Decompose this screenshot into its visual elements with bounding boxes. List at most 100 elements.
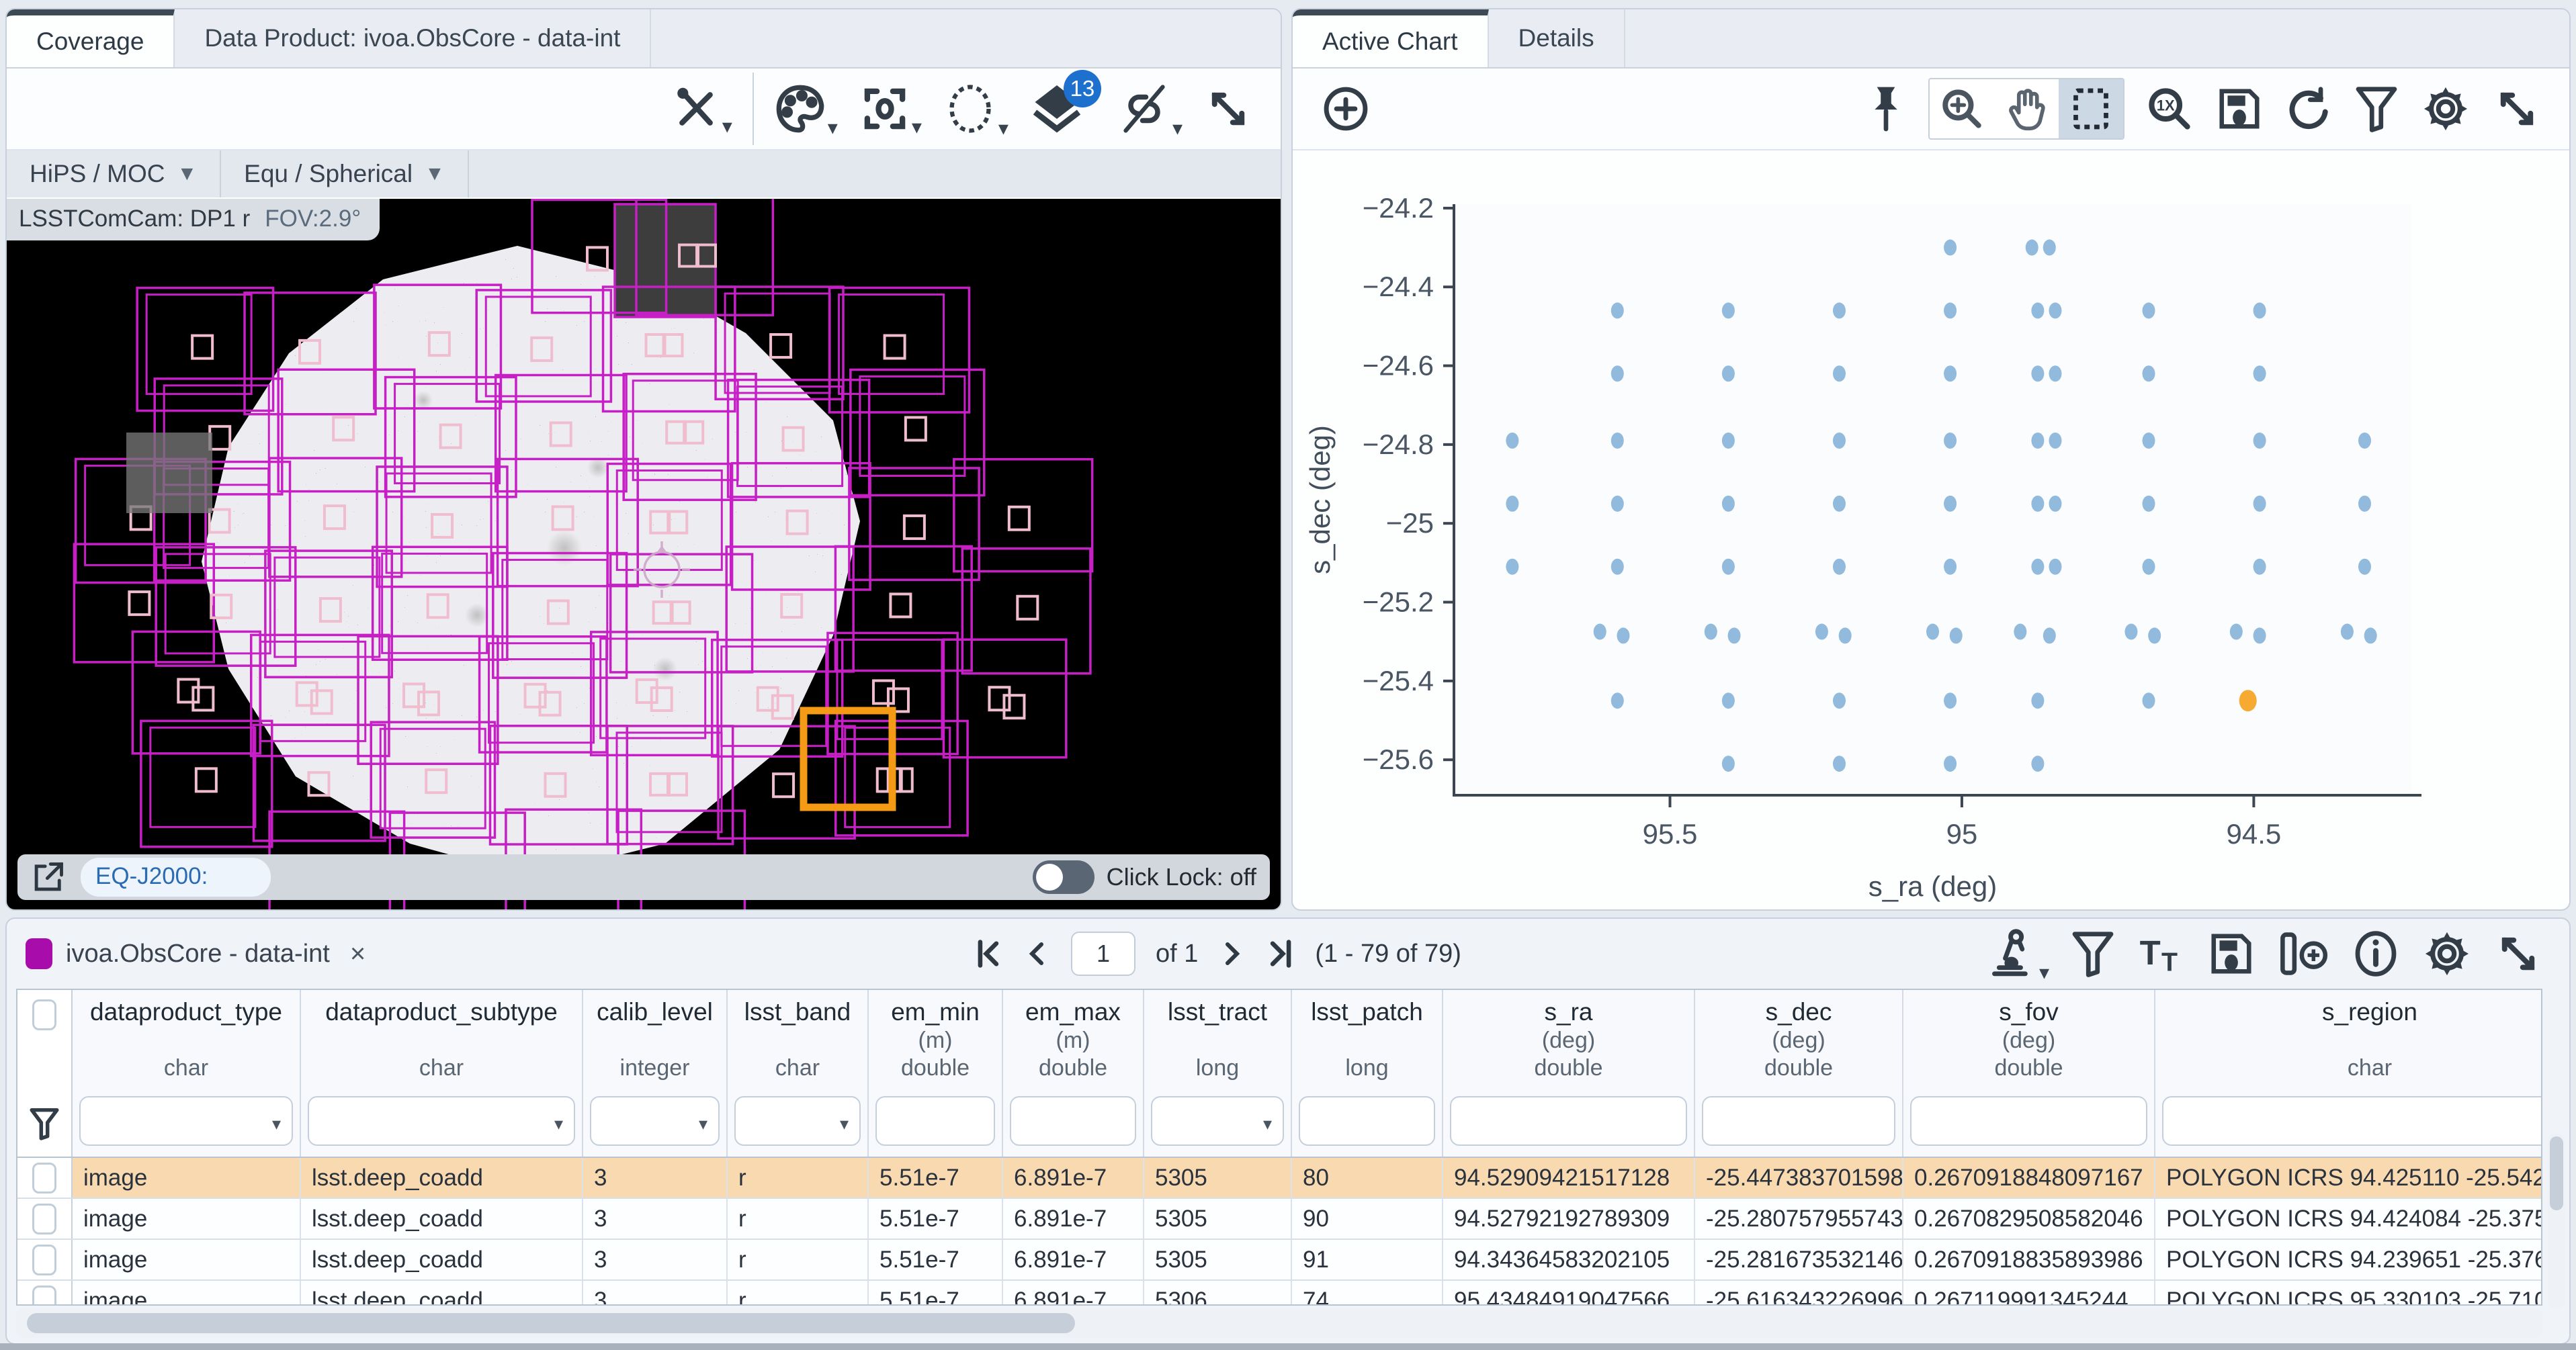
click-lock-toggle[interactable] xyxy=(1033,860,1094,894)
column-unit xyxy=(301,1028,582,1054)
box-select-icon[interactable] xyxy=(2059,79,2123,138)
tab-active-chart[interactable]: Active Chart xyxy=(1293,9,1489,67)
filter-input-dataproduct_subtype[interactable]: ▾ xyxy=(308,1096,575,1146)
recenter-icon[interactable]: ▾ xyxy=(859,83,922,134)
next-page-icon[interactable] xyxy=(1218,938,1245,970)
column-header-dataproduct_subtype[interactable]: dataproduct_subtype char xyxy=(301,990,583,1091)
filter-input-calib_level[interactable]: ▾ xyxy=(590,1096,720,1146)
add-chart-icon[interactable] xyxy=(1321,84,1371,134)
add-column-icon[interactable] xyxy=(2276,930,2330,977)
filter-input-em_min[interactable] xyxy=(875,1096,995,1146)
sky-viewer[interactable]: LSSTComCam: DP1 rFOV:2.9° xyxy=(7,199,1281,909)
table-row[interactable]: imagelsst.deep_coadd3r5.51e-76.891e-7530… xyxy=(17,1199,2541,1240)
hips-moc-menu[interactable]: HiPS / MOC▼ xyxy=(7,150,220,197)
filter-input-s_region[interactable] xyxy=(2162,1096,2542,1146)
filter-input-lsst_tract[interactable]: ▾ xyxy=(1151,1096,1284,1146)
tools-icon[interactable]: ▾ xyxy=(671,84,732,134)
table-tab-label: ivoa.ObsCore - data-int xyxy=(66,940,330,969)
pin-icon[interactable] xyxy=(1864,83,1908,135)
filter-icon[interactable] xyxy=(2071,930,2115,978)
first-page-icon[interactable] xyxy=(974,938,1004,970)
pan-icon[interactable] xyxy=(1994,79,2059,138)
expand-icon[interactable] xyxy=(2494,930,2542,978)
chart-panel: Active Chart Details 1X xyxy=(1291,8,2571,911)
cell-em_min: 5.51e-7 xyxy=(869,1158,1003,1198)
column-header-em_max[interactable]: em_max(m)double xyxy=(1003,990,1144,1091)
hscroll-thumb[interactable] xyxy=(27,1313,1075,1333)
select-all-checkbox[interactable] xyxy=(32,999,56,1030)
filter-input-em_max[interactable] xyxy=(1010,1096,1136,1146)
table-row[interactable]: imagelsst.deep_coadd3r5.51e-76.891e-7530… xyxy=(17,1240,2541,1281)
coverage-image[interactable] xyxy=(7,199,1281,909)
cell-em_max: 6.891e-7 xyxy=(1003,1281,1144,1306)
external-link-icon[interactable] xyxy=(31,860,66,895)
filter-input-s_fov[interactable] xyxy=(1910,1096,2147,1146)
row-checkbox[interactable] xyxy=(32,1286,56,1306)
tab-coverage[interactable]: Coverage xyxy=(7,9,175,67)
filter-input-lsst_band[interactable]: ▾ xyxy=(734,1096,861,1146)
palette-icon[interactable]: ▾ xyxy=(774,83,838,135)
column-header-dataproduct_type[interactable]: dataproduct_type char xyxy=(73,990,301,1091)
expand-icon[interactable] xyxy=(2493,85,2541,133)
vscroll-thumb[interactable] xyxy=(2550,1136,2563,1210)
column-header-s_ra[interactable]: s_ra(deg)double xyxy=(1443,990,1695,1091)
cell-s_ra: 94.34364583202105 xyxy=(1443,1240,1695,1279)
prev-page-icon[interactable] xyxy=(1024,938,1051,970)
column-header-lsst_patch[interactable]: lsst_patch long xyxy=(1292,990,1443,1091)
column-header-calib_level[interactable]: calib_level integer xyxy=(583,990,728,1091)
row-checkbox[interactable] xyxy=(32,1245,56,1275)
column-header-s_dec[interactable]: s_dec(deg)double xyxy=(1695,990,1903,1091)
table-color-swatch xyxy=(26,938,52,969)
unlink-icon[interactable]: ▾ xyxy=(1117,82,1183,136)
pagination: of 1 (1 - 79 of 79) xyxy=(974,932,1461,976)
vertical-scrollbar[interactable] xyxy=(2548,1134,2565,1308)
table-tab[interactable]: ivoa.ObsCore - data-int × xyxy=(26,938,366,969)
column-name: lsst_band xyxy=(728,998,867,1026)
projection-menu[interactable]: Equ / Spherical▼ xyxy=(221,150,468,197)
horizontal-scrollbar[interactable] xyxy=(16,1308,2542,1338)
column-header-lsst_band[interactable]: lsst_band char xyxy=(728,990,869,1091)
filter-input-s_dec[interactable] xyxy=(1702,1096,1895,1146)
row-checkbox[interactable] xyxy=(32,1204,56,1234)
column-header-s_fov[interactable]: s_fov(deg)double xyxy=(1903,990,2155,1091)
svg-text:s_ra (deg): s_ra (deg) xyxy=(1869,870,1997,902)
filter-input-lsst_patch[interactable] xyxy=(1299,1096,1435,1146)
restore-icon[interactable] xyxy=(2284,85,2333,133)
cell-lsst_tract: 5305 xyxy=(1144,1158,1292,1198)
search-options-icon[interactable]: ▾ xyxy=(1988,928,2049,980)
cell-lsst_tract: 5305 xyxy=(1144,1240,1292,1279)
last-page-icon[interactable] xyxy=(1265,938,1295,970)
tab-details[interactable]: Details xyxy=(1489,9,1625,67)
layers-icon[interactable]: 13 xyxy=(1030,82,1084,136)
table-row[interactable]: imagelsst.deep_coadd3r5.51e-76.891e-7530… xyxy=(17,1158,2541,1199)
text-view-icon[interactable]: TT xyxy=(2137,930,2186,977)
column-header-em_min[interactable]: em_min(m)double xyxy=(869,990,1003,1091)
row-checkbox[interactable] xyxy=(32,1163,56,1194)
column-header-lsst_tract[interactable]: lsst_tract long xyxy=(1144,990,1292,1091)
viewer-statusbar: EQ-J2000: Click Lock: off xyxy=(17,854,1270,900)
dropdown-caret: ▾ xyxy=(699,1114,707,1134)
zoom-1x-icon[interactable]: 1X xyxy=(2145,84,2194,134)
tab-coverage-label: Coverage xyxy=(36,28,144,56)
svg-text:1X: 1X xyxy=(2157,97,2175,114)
table-row[interactable]: imagelsst.deep_coadd3r5.51e-76.891e-7530… xyxy=(17,1281,2541,1306)
page-number-input[interactable] xyxy=(1071,932,1135,976)
cell-s_fov: 0.2670918848097167 xyxy=(1903,1158,2155,1198)
filter-input-dataproduct_type[interactable]: ▾ xyxy=(79,1096,293,1146)
settings-icon[interactable] xyxy=(2420,83,2471,134)
svg-text:95.5: 95.5 xyxy=(1643,818,1698,850)
settings-icon[interactable] xyxy=(2421,928,2473,979)
tab-data-product[interactable]: Data Product: ivoa.ObsCore - data-int xyxy=(175,9,651,67)
close-table-icon[interactable]: × xyxy=(350,939,366,969)
save-icon[interactable] xyxy=(2216,85,2263,132)
scatter-chart[interactable]: −24.2−24.4−24.6−24.8−25−25.2−25.4−25.695… xyxy=(1293,152,2571,917)
data-table[interactable]: dataproduct_type chardataproduct_subtype… xyxy=(16,989,2542,1306)
column-header-s_region[interactable]: s_region char xyxy=(2155,990,2542,1091)
info-icon[interactable] xyxy=(2352,930,2400,978)
zoom-in-icon[interactable] xyxy=(1930,79,1994,138)
save-icon[interactable] xyxy=(2208,930,2255,977)
expand-icon[interactable] xyxy=(1204,85,1252,133)
filter-icon[interactable] xyxy=(2354,85,2399,133)
select-region-icon[interactable]: ▾ xyxy=(943,82,1008,136)
filter-input-s_ra[interactable] xyxy=(1450,1096,1687,1146)
